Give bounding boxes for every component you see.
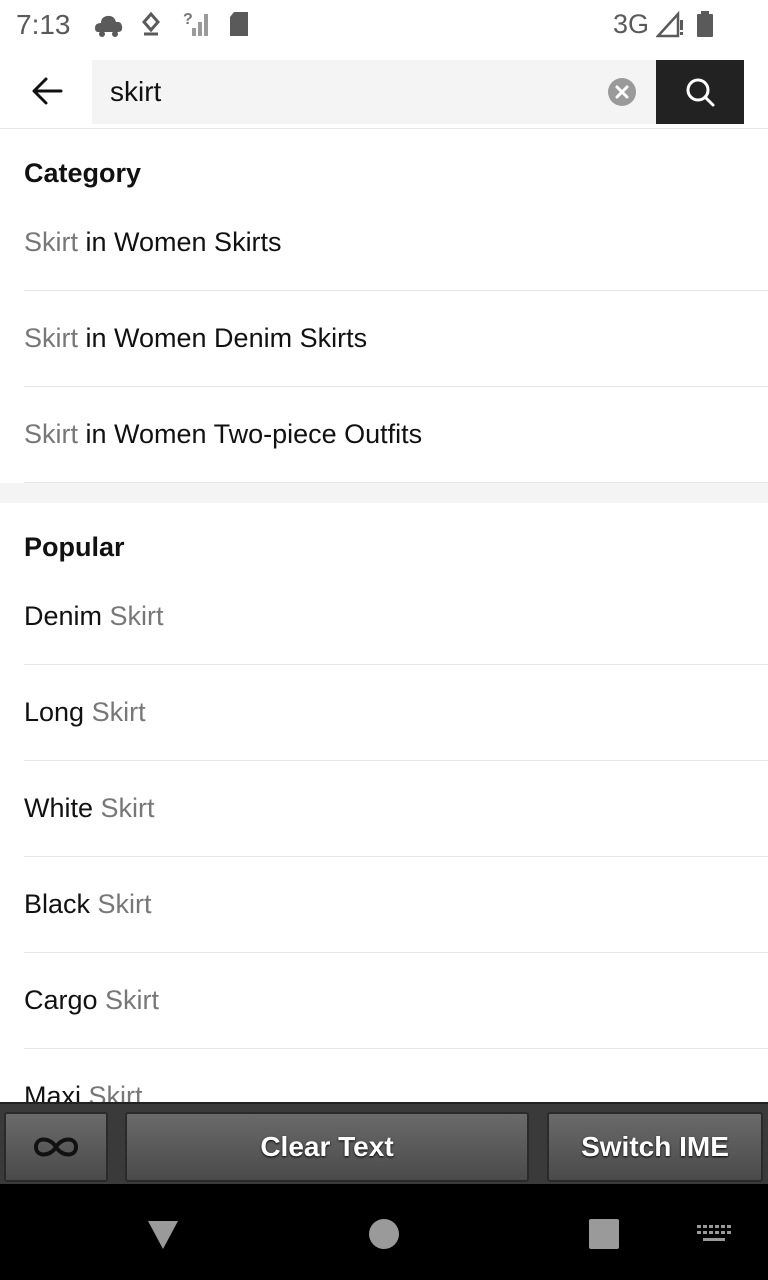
category-suggestion[interactable]: Skirt in Women Skirts	[24, 195, 768, 291]
network-type: 3G	[613, 9, 650, 39]
download-icon	[142, 11, 160, 36]
suggestion-term: Skirt	[90, 889, 152, 919]
suggestion-text: Black Skirt	[24, 889, 152, 920]
clear-text-button[interactable]: Clear Text	[125, 1112, 529, 1182]
back-triangle-icon	[148, 1221, 178, 1249]
suggestion-term: Skirt	[93, 793, 155, 823]
suggestion-text: Skirt in Women Skirts	[24, 227, 282, 258]
suggestion-text: Skirt in Women Two-piece Outfits	[24, 419, 422, 450]
popular-suggestion[interactable]: Denim Skirt	[24, 569, 768, 665]
svg-text:?: ?	[183, 11, 193, 28]
home-circle-icon	[369, 1219, 399, 1249]
sd-card-icon	[230, 12, 248, 36]
suggestion-prefix: Denim	[24, 601, 103, 631]
suggestion-text: Skirt in Women Denim Skirts	[24, 323, 367, 354]
navigation-bar	[0, 1184, 768, 1280]
suggestion-text: Long Skirt	[24, 697, 146, 728]
battery-icon	[697, 11, 713, 37]
suggestion-term: Skirt	[24, 419, 78, 449]
keyboard-icon	[697, 1225, 731, 1241]
suggestion-prefix: Cargo	[24, 985, 98, 1015]
no-signal-icon: ?	[183, 11, 208, 36]
popular-suggestion[interactable]: Black Skirt	[24, 857, 768, 953]
suggestion-term: Skirt	[84, 697, 146, 727]
search-icon	[686, 78, 715, 107]
popular-suggestion[interactable]: Cargo Skirt	[24, 953, 768, 1049]
back-arrow-icon	[32, 77, 63, 105]
suggestion-term: Skirt	[24, 323, 78, 353]
status-bar: 7:13 ? 3G	[0, 0, 768, 50]
category-suggestion[interactable]: Skirt in Women Denim Skirts	[24, 291, 768, 387]
recents-square-icon	[589, 1219, 619, 1249]
status-time: 7:13	[16, 9, 71, 40]
infinity-button[interactable]	[4, 1112, 108, 1182]
clear-icon	[615, 85, 629, 99]
category-suggestion[interactable]: Skirt in Women Two-piece Outfits	[24, 387, 768, 483]
nav-recents-button[interactable]	[582, 1212, 626, 1256]
search-button[interactable]	[656, 60, 744, 124]
suggestion-term: Skirt	[102, 601, 164, 631]
popular-title: Popular	[24, 532, 125, 562]
suggestion-rest: in Women Two-piece Outfits	[78, 419, 423, 449]
suggestion-text: Denim Skirt	[24, 601, 164, 632]
category-title: Category	[24, 158, 142, 188]
section-divider	[0, 483, 768, 503]
search-input[interactable]	[110, 60, 590, 124]
suggestion-term: Skirt	[24, 227, 78, 257]
suggestion-prefix: White	[24, 793, 94, 823]
back-button[interactable]	[20, 64, 74, 118]
infinity-icon	[33, 1137, 79, 1157]
switch-ime-button[interactable]: Switch IME	[547, 1112, 763, 1182]
nav-back-button[interactable]	[141, 1212, 185, 1256]
suggestion-term: Skirt	[97, 985, 160, 1015]
search-box	[92, 60, 656, 124]
suggestion-text: White Skirt	[24, 793, 155, 824]
ime-toolbar: Clear Text Switch IME	[0, 1102, 768, 1184]
popular-suggestion[interactable]: White Skirt	[24, 761, 768, 857]
popular-suggestion[interactable]: Long Skirt	[24, 665, 768, 761]
suggestion-prefix: Long	[24, 697, 85, 727]
nav-home-button[interactable]	[362, 1212, 406, 1256]
suggestion-rest: in Women Denim Skirts	[78, 323, 368, 353]
search-header	[0, 50, 768, 129]
signal-icon	[656, 10, 683, 38]
clear-button[interactable]	[608, 78, 636, 106]
suggestion-rest: in Women Skirts	[78, 227, 282, 257]
suggestion-text: Cargo Skirt	[24, 985, 159, 1016]
suggestion-prefix: Black	[24, 889, 91, 919]
nav-keyboard-button[interactable]	[692, 1212, 736, 1256]
cloud-icon	[95, 15, 123, 37]
